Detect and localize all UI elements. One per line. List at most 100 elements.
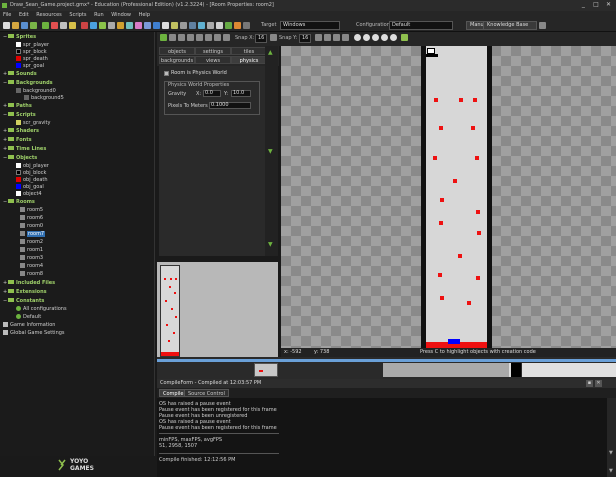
extensions-icon[interactable] [189,22,196,29]
death-block[interactable] [434,98,438,102]
pixels-to-meters-input[interactable]: 0.1000 [209,102,251,109]
tree-item-room1[interactable]: room1 [20,247,43,254]
compile-close-icon[interactable]: ✕ [595,380,602,387]
minimize-button[interactable]: _ [578,1,589,9]
scroll-down-icon[interactable]: ▼ [268,148,273,155]
tree-group-included-files[interactable]: + Included Files [3,280,55,287]
script-icon[interactable] [117,22,124,29]
create-exe-icon[interactable] [30,22,37,29]
compile-pin-icon[interactable]: ▪ [586,380,593,387]
tree-item-default[interactable]: Default [16,314,41,321]
tree-item-game-information[interactable]: Game Information [3,322,55,329]
search-icon[interactable] [539,22,546,29]
tree-item-spr-block[interactable]: spr_block [16,49,47,56]
tab-backgrounds[interactable]: backgrounds [159,56,195,64]
show-backgrounds-icon[interactable] [372,34,379,41]
target-select[interactable]: Windows [280,21,340,30]
tab-tiles[interactable]: tiles [231,47,267,55]
tree-group-scripts[interactable]: − Scripts [3,112,36,119]
menu-help[interactable]: Help [139,12,150,18]
object-icon[interactable] [153,22,160,29]
tree-item-obj-player[interactable]: obj_player [16,163,49,170]
tree-item-room7[interactable]: room7 [20,231,46,238]
horizontal-scroll-track[interactable] [157,359,616,362]
show-foregrounds-icon[interactable] [381,34,388,41]
zoom-out-icon[interactable] [333,34,340,41]
death-block[interactable] [453,179,457,183]
sound-icon[interactable] [90,22,97,29]
tree-item-obj-goal[interactable]: obj_goal [16,184,44,191]
room-minimap[interactable] [157,262,278,360]
scroll-bottom-icon[interactable]: ▼ [268,241,273,248]
goal-object[interactable] [448,339,460,344]
tree-item-room3[interactable]: room3 [20,255,43,262]
snap-x-input[interactable]: 16 [255,34,267,43]
death-block[interactable] [433,156,437,160]
tab-objects[interactable]: objects [159,47,195,55]
death-block[interactable] [476,276,480,280]
menu-window[interactable]: Window [111,12,131,18]
timeline-icon[interactable] [144,22,151,29]
death-block[interactable] [459,98,463,102]
tab-physics[interactable]: physics [231,56,267,64]
tree-item-obj-death[interactable]: obj_death [16,177,48,184]
tree-group-paths[interactable]: + Paths [3,103,32,110]
tree-item-background5[interactable]: background5 [24,95,64,102]
sort-x-icon[interactable] [196,34,203,41]
marketplace-icon[interactable] [225,22,232,29]
tree-item-room0[interactable]: room0 [20,223,43,230]
death-block[interactable] [458,254,462,258]
news-icon[interactable] [234,22,241,29]
clear-icon[interactable] [178,34,185,41]
clean-icon[interactable] [69,22,76,29]
death-block[interactable] [471,126,475,130]
help-icon[interactable] [198,22,205,29]
room-area[interactable] [421,46,492,348]
death-block[interactable] [439,126,443,130]
death-block[interactable] [473,98,477,102]
menu-resources[interactable]: Resources [36,12,62,18]
tree-group-sounds[interactable]: + Sounds [3,71,37,78]
death-block[interactable] [439,221,443,225]
scroll-down-icon[interactable]: ▼ [609,450,613,456]
tree-item-room4[interactable]: room4 [20,263,43,270]
lock-icon[interactable] [214,34,221,41]
run-icon[interactable] [42,22,49,29]
gravity-x-input[interactable]: 0.0 [203,90,221,97]
configuration-select[interactable]: Default [389,21,453,30]
room-canvas[interactable] [281,46,616,348]
tree-item-spr-player[interactable]: spr_player [16,42,49,49]
tree-item-room2[interactable]: room2 [20,239,43,246]
sprite-icon[interactable] [81,22,88,29]
tab-source-control[interactable]: Source Control [184,389,229,397]
menu-edit[interactable]: Edit [19,12,29,18]
tree-item-room6[interactable]: room6 [20,215,43,222]
tree-group-extensions[interactable]: + Extensions [3,289,47,296]
tab-views[interactable]: views [195,56,231,64]
tree-group-fonts[interactable]: + Fonts [3,137,32,144]
ok-check-icon[interactable] [160,34,167,41]
death-block[interactable] [476,210,480,214]
tab-settings[interactable]: settings [195,47,231,55]
background-icon[interactable] [99,22,106,29]
save-icon[interactable] [21,22,28,29]
death-block[interactable] [440,198,444,202]
room-horizontal-scroll[interactable] [157,357,616,379]
open-project-icon[interactable] [12,22,19,29]
tree-item-global-game-settings[interactable]: Global Game Settings [3,330,65,337]
tree-item-all-configurations[interactable]: All configurations [16,306,67,313]
unlock-icon[interactable] [223,34,230,41]
game-info-icon[interactable] [171,22,178,29]
tree-item-background0[interactable]: background0 [16,88,56,95]
tree-group-rooms[interactable]: − Rooms [3,199,35,206]
room-icon[interactable] [162,22,169,29]
font-icon[interactable] [135,22,142,29]
block-object[interactable] [426,54,438,57]
scroll-up-icon[interactable]: ▲ [268,49,273,56]
tree-item-room8[interactable]: room8 [20,271,43,278]
toggle-grid-icon[interactable] [315,34,322,41]
tree-item-obj-block[interactable]: obj_block [16,170,46,177]
path-icon[interactable] [108,22,115,29]
physics-world-checkbox[interactable] [164,71,169,76]
show-objects-icon[interactable] [354,34,361,41]
